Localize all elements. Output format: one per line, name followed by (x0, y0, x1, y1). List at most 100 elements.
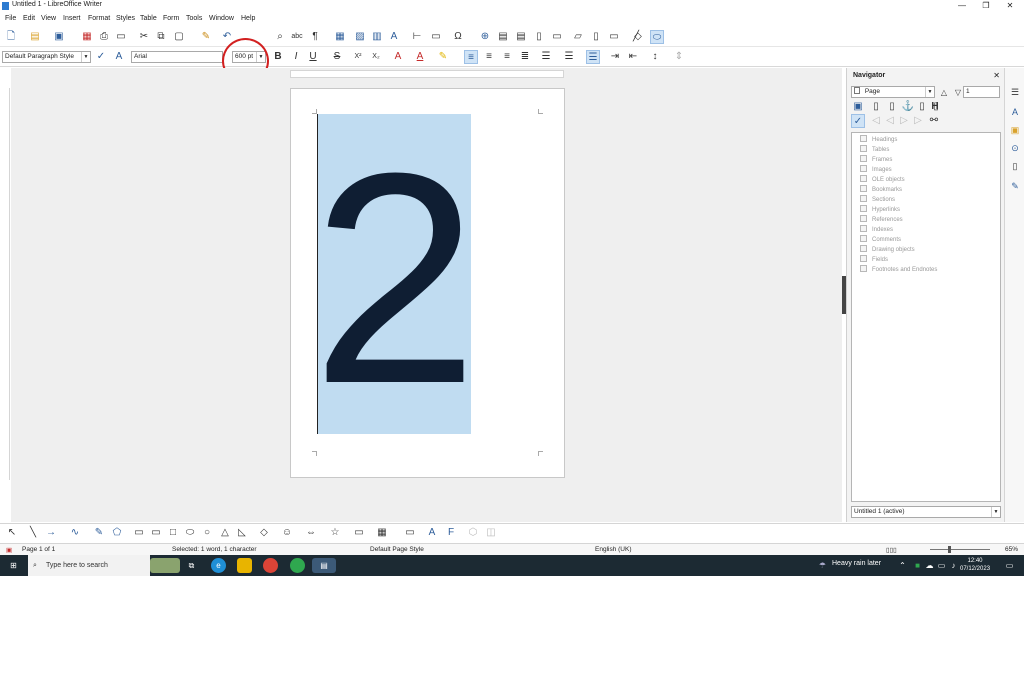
view-layout-icon[interactable]: ▯▯▯ (886, 546, 897, 554)
insert-table-icon[interactable]: ▦ (333, 30, 347, 44)
promote-level-icon[interactable]: ▷ (897, 114, 911, 128)
rectangle-icon[interactable]: ▭ (132, 526, 146, 540)
status-language[interactable]: English (UK) (595, 546, 631, 553)
file-explorer-icon[interactable] (237, 558, 252, 573)
paragraph-style-select[interactable]: Default Paragraph Style ▼ (2, 51, 91, 63)
paste-icon[interactable]: ▢ (172, 30, 186, 44)
header-icon[interactable]: ▯ (869, 100, 883, 114)
close-icon[interactable]: ✕ (993, 71, 1000, 80)
footer-icon[interactable]: ▯ (885, 100, 899, 114)
align-right-icon[interactable]: ≡ (500, 50, 514, 64)
outline-icon[interactable]: ☰ (586, 50, 600, 64)
callouts-icon[interactable]: ▭ (352, 526, 366, 540)
gallery-icon[interactable]: ▣ (1009, 124, 1021, 136)
chrome-icon[interactable] (263, 558, 278, 573)
diamond-shapes-icon[interactable]: ◇ (631, 30, 645, 44)
export-pdf-icon[interactable]: ▦ (80, 30, 94, 44)
previous-page-icon[interactable]: △ (937, 86, 951, 100)
tray-chevron-icon[interactable]: ⌃ (895, 558, 910, 573)
freeform-icon[interactable]: ⬠ (110, 526, 124, 540)
strikethrough-button[interactable]: S (330, 50, 344, 64)
print-preview-icon[interactable]: ▭ (114, 30, 128, 44)
menu-edit[interactable]: Edit (23, 15, 35, 22)
nav-item-footnotes[interactable]: Footnotes and Endnotes (860, 265, 937, 275)
new-style-icon[interactable]: A (112, 50, 126, 64)
nav-item-fields[interactable]: Fields (860, 255, 888, 265)
select-icon[interactable]: ↖ (5, 526, 19, 540)
basic-shapes-icon[interactable]: ◇ (257, 526, 271, 540)
insert-caption-icon[interactable]: ▭ (403, 526, 417, 540)
special-character-icon[interactable]: Ω (451, 30, 465, 44)
bold-button[interactable]: B (271, 50, 285, 64)
heading-levels-icon[interactable]: H (928, 100, 942, 114)
superscript-button[interactable]: X² (351, 50, 365, 64)
sidebar-splitter-handle[interactable] (842, 276, 846, 314)
new-document-icon[interactable]: 🗋 (4, 30, 18, 44)
flowchart-icon[interactable]: ▦ (375, 526, 389, 540)
menu-table[interactable]: Table (140, 15, 157, 22)
highlight-color-icon[interactable]: ✎ (436, 50, 450, 64)
font-name-select[interactable]: Arial (131, 51, 223, 63)
find-replace-icon[interactable]: ⌕ (273, 30, 287, 44)
insert-textbox-icon[interactable]: A (387, 30, 401, 44)
menu-help[interactable]: Help (241, 15, 255, 22)
clear-formatting-icon[interactable]: A (391, 50, 405, 64)
save-icon[interactable]: ▣ (52, 30, 66, 44)
navigator-content-icon[interactable]: ▣ (851, 100, 865, 114)
nav-item-headings[interactable]: Headings (860, 135, 897, 145)
green-app-icon[interactable] (290, 558, 305, 573)
insert-field-icon[interactable]: ▭ (429, 30, 443, 44)
notification-icon[interactable]: ▭ (1002, 558, 1017, 573)
status-zoom[interactable]: 65% (1005, 546, 1018, 553)
update-style-icon[interactable]: ✓ (94, 50, 108, 64)
insert-chart-icon[interactable]: ▥ (370, 30, 384, 44)
edge-browser-icon[interactable]: e (211, 558, 226, 573)
menu-file[interactable]: File (5, 15, 16, 22)
paragraph-spacing-icon[interactable]: ⇕ (672, 50, 686, 64)
nav-item-tables[interactable]: Tables (860, 145, 889, 155)
maximize-button[interactable]: ❐ (974, 0, 998, 12)
clone-formatting-icon[interactable]: ✎ (199, 30, 213, 44)
arrow-line-icon[interactable]: → (44, 526, 58, 540)
points-icon[interactable]: ⬡ (466, 526, 480, 540)
zoom-slider-handle[interactable] (948, 546, 951, 553)
content-navigation-icon[interactable]: ✓ (851, 114, 865, 128)
toggle-extrusion-icon[interactable]: ◫ (484, 526, 498, 540)
text-box-icon[interactable]: A (425, 526, 439, 540)
libreoffice-writer-taskbar-icon[interactable]: ▤ (312, 558, 336, 573)
nav-item-drawing-objects[interactable]: Drawing objects (860, 245, 915, 255)
ellipse-icon[interactable]: ⬭ (183, 526, 197, 540)
symbol-shapes-icon[interactable]: ☺ (280, 526, 294, 540)
task-view-icon[interactable]: ⧉ (184, 558, 199, 573)
menu-form[interactable]: Form (163, 15, 179, 22)
bullets-icon[interactable]: ☰ (539, 50, 553, 64)
nav-item-comments[interactable]: Comments (860, 235, 901, 245)
insert-image-icon[interactable]: ▨ (353, 30, 367, 44)
square-icon[interactable]: □ (166, 526, 180, 540)
nav-item-frames[interactable]: Frames (860, 155, 892, 165)
nav-item-sections[interactable]: Sections (860, 195, 895, 205)
anchor-icon[interactable]: ⚓ (901, 100, 915, 114)
endnote-icon[interactable]: ▤ (514, 30, 528, 44)
nav-item-images[interactable]: Images (860, 165, 892, 175)
hyperlink-icon[interactable]: ⊕ (478, 30, 492, 44)
nav-item-references[interactable]: References (860, 215, 903, 225)
nav-item-hyperlinks[interactable]: Hyperlinks (860, 205, 900, 215)
underline-button[interactable]: U (306, 50, 320, 64)
windows-start-icon[interactable]: ⊞ (6, 558, 21, 573)
rounded-rectangle-icon[interactable]: ▭ (149, 526, 163, 540)
track-changes-icon[interactable]: ▯ (589, 30, 603, 44)
menu-window[interactable]: Window (209, 15, 234, 22)
numbering-icon[interactable]: ☰ (562, 50, 576, 64)
curve-icon[interactable]: ∿ (68, 526, 82, 540)
open-folder-icon[interactable]: ▤ (28, 30, 42, 44)
document-text[interactable]: 2 (305, 128, 485, 428)
fontwork-icon[interactable]: F (444, 526, 458, 540)
circle-icon[interactable]: ○ (200, 526, 214, 540)
right-triangle-icon[interactable]: ◺ (235, 526, 249, 540)
menu-styles[interactable]: Styles (116, 15, 135, 22)
zoom-slider[interactable] (930, 549, 990, 550)
copy-icon[interactable]: ⧉ (154, 30, 168, 44)
properties-icon[interactable]: A (1009, 106, 1021, 118)
taskbar-clock[interactable]: 12:40 07/12/2023 (960, 557, 990, 573)
